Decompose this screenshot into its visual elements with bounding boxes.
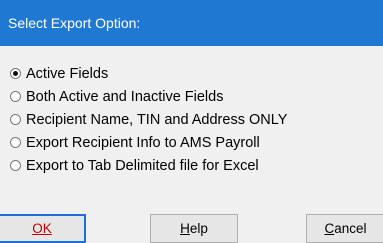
option-recipient-name-tin-address[interactable]: Recipient Name, TIN and Address ONLY	[0, 108, 383, 131]
ok-button-label: OK	[32, 221, 52, 236]
radio-unselected-icon[interactable]	[10, 91, 21, 102]
radio-unselected-icon[interactable]	[10, 114, 21, 125]
cancel-label-rest: ancel	[334, 221, 367, 236]
radio-unselected-icon[interactable]	[10, 137, 21, 148]
export-options-group: Active Fields Both Active and Inactive F…	[0, 62, 383, 177]
ok-mnemonic: O	[32, 221, 43, 236]
option-label: Recipient Name, TIN and Address ONLY	[26, 111, 288, 128]
option-label: Both Active and Inactive Fields	[26, 88, 224, 105]
option-label: Export to Tab Delimited file for Excel	[26, 157, 259, 174]
help-button[interactable]: Help	[150, 214, 238, 243]
cancel-mnemonic: C	[324, 221, 335, 236]
option-both-active-inactive[interactable]: Both Active and Inactive Fields	[0, 85, 383, 108]
dialog-title: Select Export Option:	[8, 15, 141, 31]
cancel-button[interactable]: Cancel	[306, 214, 383, 243]
help-label-rest: elp	[189, 221, 208, 236]
help-mnemonic: H	[180, 221, 190, 236]
ok-button[interactable]: OK	[0, 214, 86, 243]
help-button-label: Help	[180, 221, 208, 236]
option-export-tab-delimited[interactable]: Export to Tab Delimited file for Excel	[0, 154, 383, 177]
option-export-ams-payroll[interactable]: Export Recipient Info to AMS Payroll	[0, 131, 383, 154]
dialog-title-bar: Select Export Option:	[0, 0, 383, 46]
ok-label-rest: K	[42, 221, 52, 236]
cancel-button-label: Cancel	[324, 221, 366, 236]
option-label: Export Recipient Info to AMS Payroll	[26, 134, 260, 151]
option-active-fields[interactable]: Active Fields	[0, 62, 383, 85]
option-label: Active Fields	[26, 65, 109, 82]
radio-unselected-icon[interactable]	[10, 160, 21, 171]
radio-selected-icon[interactable]	[10, 68, 21, 79]
